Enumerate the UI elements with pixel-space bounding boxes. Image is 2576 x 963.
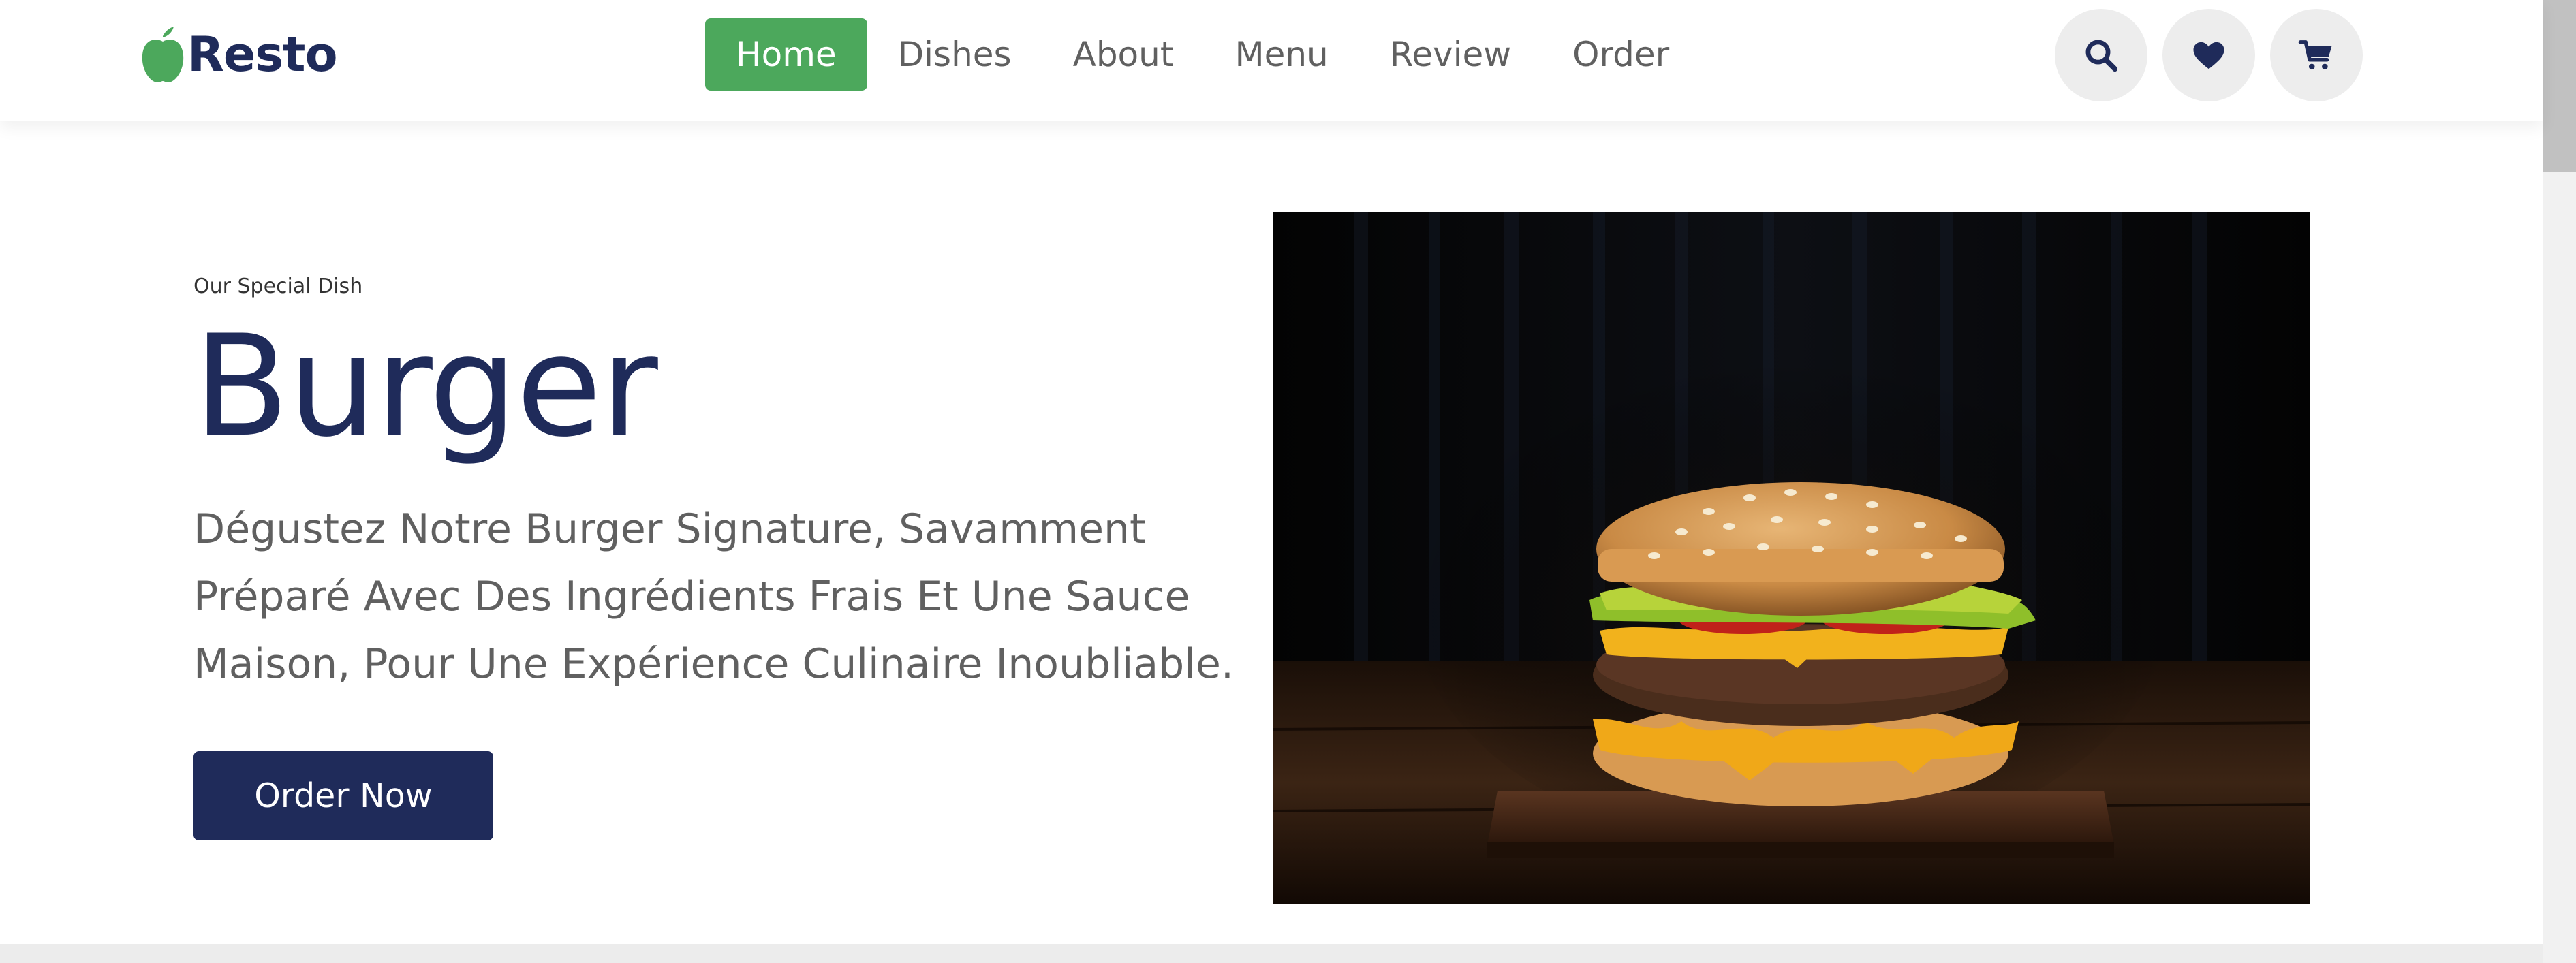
site-header: Resto Home Dishes About Menu Review Orde… [0,0,2543,121]
nav-item-order[interactable]: Order [1542,18,1700,91]
scrollbar-thumb[interactable] [2543,0,2576,172]
logo[interactable]: Resto [140,20,338,89]
nav-item-review[interactable]: Review [1359,18,1542,91]
header-actions [2055,9,2378,101]
cart-button[interactable] [2270,9,2363,101]
apple-icon [142,27,184,82]
burger-image [1273,212,2310,904]
nav-item-home[interactable]: Home [705,18,867,91]
heart-icon [2193,42,2224,69]
dish-description: Dégustez Notre Burger Signature, Savamme… [193,505,1234,688]
nav-item-menu[interactable]: Menu [1204,18,1359,91]
brand-name: Resto [187,27,338,82]
main-nav: Home Dishes About Menu Review Order [705,18,1700,91]
nav-item-dishes[interactable]: Dishes [867,18,1042,91]
search-button[interactable] [2055,9,2147,101]
page: Resto Home Dishes About Menu Review Orde… [0,0,2543,944]
dish-title: Burger [193,306,658,468]
favorites-button[interactable] [2162,9,2255,101]
order-now-button[interactable]: Order Now [193,751,493,840]
cart-icon [2298,40,2332,70]
search-icon [2085,40,2118,72]
nav-item-about[interactable]: About [1042,18,1205,91]
vertical-scrollbar[interactable] [2543,0,2576,963]
special-dish-label: Our Special Dish [193,274,363,298]
